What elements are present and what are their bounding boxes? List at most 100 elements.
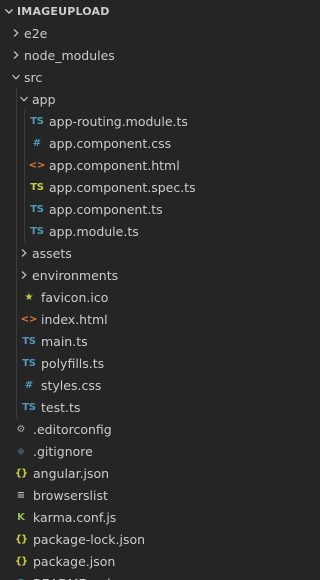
indent-guide [16, 286, 17, 308]
tree-file-angular-json[interactable]: {} angular.json [0, 462, 313, 484]
tree-folder-src[interactable]: src [0, 66, 313, 88]
file-tree: e2e node_modulessrc app TS app-routing.modul… [0, 22, 313, 580]
tree-folder-e2e[interactable]: e2e [0, 22, 313, 44]
html-code-icon: <> [20, 313, 38, 325]
indent-guide [16, 396, 17, 418]
tree-item-label: karma.conf.js [33, 509, 117, 525]
html-code-icon: <> [28, 159, 46, 171]
indent-guide [16, 352, 17, 374]
tree-item-label: app.component.html [49, 157, 180, 173]
json-braces-icon: {} [14, 533, 28, 545]
tree-folder-environments[interactable]: environments [0, 264, 313, 286]
tree-item-label: .gitignore [33, 443, 93, 459]
tree-item-label: app.component.spec.ts [49, 179, 196, 195]
chevron-right-icon[interactable] [8, 47, 24, 63]
indent-guide [24, 110, 25, 132]
tree-item-label: e2e [24, 25, 48, 41]
chevron-down-icon[interactable] [8, 69, 24, 85]
star-icon: ★ [24, 291, 34, 303]
gear-icon: ⚙ [16, 423, 26, 435]
tree-file-styles-css[interactable]: # styles.css [0, 374, 313, 396]
tree-file-app-component-ts[interactable]: TS app.component.ts [0, 198, 313, 220]
indent-guide [16, 88, 17, 110]
tree-folder-assets[interactable]: assets [0, 242, 313, 264]
chevron-right-icon[interactable] [16, 267, 32, 283]
chevron-down-icon[interactable] [16, 91, 32, 107]
indent-guide [16, 330, 17, 352]
css-hash-icon: # [24, 379, 34, 391]
json-braces-icon: {} [14, 467, 28, 479]
tree-file-index-html[interactable]: <> index.html [0, 308, 313, 330]
indent-guide [24, 132, 25, 154]
indent-guide [16, 264, 17, 286]
tree-file-karma-conf-js[interactable]: Kkarma.conf.js [0, 506, 313, 528]
file-explorer: IMAGEUPLOAD e2e node_modulessrc app TS app-r… [0, 0, 313, 580]
tree-file-package-json[interactable]: {} package.json [0, 550, 313, 572]
tree-file-readme-md[interactable]: ⓘ README.md [0, 572, 313, 580]
tree-item-label: app.component.css [49, 135, 172, 151]
tree-item-label: src [24, 69, 43, 85]
tree-folder-app[interactable]: app [0, 88, 313, 110]
tree-item-label: app-routing.module.ts [49, 113, 188, 129]
tree-item-label: README.md [33, 576, 111, 580]
tree-item-label: node_modules [24, 47, 115, 63]
tree-file-editorconfig[interactable]: ⚙ .editorconfig [0, 418, 313, 440]
indent-guide [16, 198, 17, 220]
tree-item-label: .editorconfig [33, 421, 112, 437]
tree-folder-node-modules[interactable]: node_modules [0, 44, 313, 66]
tree-item-label: browserslist [33, 487, 108, 503]
tree-file-app-component-html[interactable]: <> app.component.html [0, 154, 313, 176]
indent-guide [24, 198, 25, 220]
chevron-right-icon[interactable] [16, 245, 32, 261]
tree-item-label: index.html [41, 311, 108, 327]
tree-file-favicon-ico[interactable]: ★ favicon.ico [0, 286, 313, 308]
indent-guide [16, 154, 17, 176]
typescript-icon: TS [22, 401, 36, 413]
explorer-section-title: IMAGEUPLOAD [17, 4, 110, 18]
json-braces-icon: {} [14, 555, 28, 567]
typescript-icon: TS [30, 225, 44, 237]
indent-guide [16, 110, 17, 132]
tree-item-label: test.ts [41, 399, 81, 415]
tree-item-label: package.json [33, 553, 116, 569]
karma-icon: K [17, 511, 25, 523]
tree-item-label: package-lock.json [33, 531, 146, 547]
tree-file-gitignore[interactable]: ◆ .gitignore [0, 440, 313, 462]
tree-file-polyfills-ts[interactable]: TS polyfills.ts [0, 352, 313, 374]
chevron-right-icon[interactable] [8, 25, 24, 41]
tree-file-main-ts[interactable]: TS main.ts [0, 330, 313, 352]
tree-item-label: main.ts [41, 333, 88, 349]
typescript-spec-icon: TS [30, 181, 44, 193]
git-icon: ◆ [17, 445, 25, 457]
info-icon: ⓘ [14, 575, 28, 580]
indent-guide [16, 220, 17, 242]
indent-guide [24, 176, 25, 198]
tree-item-label: polyfills.ts [41, 355, 105, 371]
indent-guide [16, 308, 17, 330]
tree-file-app-component-css[interactable]: # app.component.css [0, 132, 313, 154]
typescript-icon: TS [30, 115, 44, 127]
lines-icon: ≡ [16, 489, 26, 501]
tree-item-label: styles.css [41, 377, 102, 393]
indent-guide [16, 176, 17, 198]
tree-item-label: app.component.ts [49, 201, 163, 217]
indent-guide [24, 220, 25, 242]
indent-guide [16, 374, 17, 396]
tree-file-app-module-ts[interactable]: TS app.module.ts [0, 220, 313, 242]
tree-item-label: app.module.ts [49, 223, 139, 239]
tree-file-test-ts[interactable]: TS test.ts [0, 396, 313, 418]
typescript-icon: TS [22, 335, 36, 347]
css-hash-icon: # [32, 137, 42, 149]
tree-item-label: assets [32, 245, 72, 261]
tree-file-package-lock-json[interactable]: {} package-lock.json [0, 528, 313, 550]
tree-file-app-routing-module-ts[interactable]: TS app-routing.module.ts [0, 110, 313, 132]
tree-file-browserslist[interactable]: ≡ browserslist [0, 484, 313, 506]
explorer-section-header[interactable]: IMAGEUPLOAD [0, 0, 313, 22]
tree-item-label: app [32, 91, 56, 107]
indent-guide [16, 242, 17, 264]
tree-item-label: angular.json [33, 465, 110, 481]
indent-guide [16, 132, 17, 154]
typescript-icon: TS [22, 357, 36, 369]
tree-file-app-component-spec-ts[interactable]: TS app.component.spec.ts [0, 176, 313, 198]
tree-item-label: environments [32, 267, 119, 283]
